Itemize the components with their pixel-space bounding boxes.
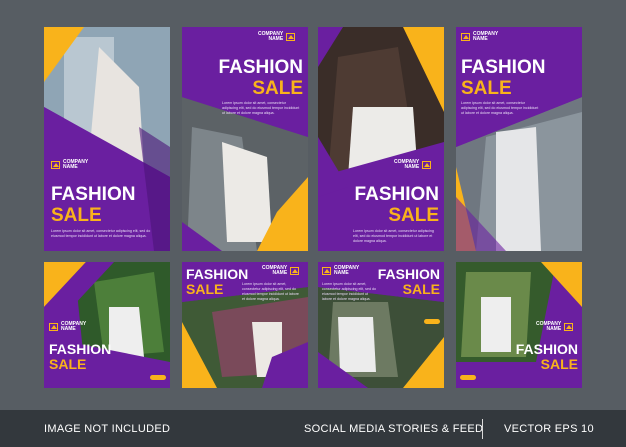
body-text: Lorem ipsum dolor sit amet, consectetur … xyxy=(461,101,539,115)
cta-button[interactable] xyxy=(424,319,440,324)
company-logo-icon xyxy=(286,33,296,42)
headline-fashion: FASHION xyxy=(354,184,439,205)
story-template-1[interactable]: COMPANY NAME FASHION SALE Lorem ipsum dol… xyxy=(44,27,170,251)
headline-fashion: FASHION xyxy=(51,184,136,205)
company-logo-icon xyxy=(49,323,58,332)
feed-template-1[interactable]: COMPANY NAME FASHION SALE xyxy=(44,262,170,388)
feed-template-3[interactable]: COMPANY NAME FASHION SALE Lorem ipsum dol… xyxy=(318,262,444,388)
company-logo: COMPANY NAME xyxy=(536,321,574,333)
company-logo: COMPANY NAME xyxy=(322,265,359,277)
story-template-4[interactable]: COMPANY NAME FASHION SALE Lorem ipsum dol… xyxy=(456,27,582,251)
company-logo-icon xyxy=(461,33,470,42)
company-logo: COMPANY NAME xyxy=(51,159,88,171)
company-name-label: NAME xyxy=(334,270,349,277)
footer-divider xyxy=(482,419,483,439)
company-logo: COMPANY NAME xyxy=(258,31,296,43)
company-name-label: NAME xyxy=(473,36,488,43)
headline-sale: SALE xyxy=(388,205,439,226)
body-text: Lorem ipsum dolor sit amet, consectetur … xyxy=(222,101,300,115)
feed-template-4[interactable]: COMPANY NAME FASHION SALE xyxy=(456,262,582,388)
cta-button[interactable] xyxy=(460,375,476,380)
company-name-label: NAME xyxy=(63,164,78,171)
body-text: Lorem ipsum dolor sit amet, consectetur … xyxy=(51,229,151,238)
story-template-3[interactable]: COMPANY NAME FASHION SALE Lorem ipsum dol… xyxy=(318,27,444,251)
company-name-label: NAME xyxy=(272,270,288,277)
company-logo: COMPANY NAME xyxy=(394,159,432,171)
feed-template-2[interactable]: FASHION SALE COMPANY NAME Lorem ipsum dol… xyxy=(182,262,308,388)
headline-sale: SALE xyxy=(461,78,512,99)
company-name-label: NAME xyxy=(404,164,420,171)
company-name-label: NAME xyxy=(546,326,562,333)
company-logo-icon xyxy=(564,323,574,332)
company-logo-icon xyxy=(290,267,300,276)
headline-fashion: FASHION xyxy=(515,341,578,357)
headline-sale: SALE xyxy=(402,281,440,297)
company-logo-icon xyxy=(51,161,60,170)
story-template-2[interactable]: COMPANY NAME FASHION SALE Lorem ipsum dol… xyxy=(182,27,308,251)
headline-sale: SALE xyxy=(51,205,102,226)
headline-fashion: FASHION xyxy=(49,341,112,357)
headline-sale: SALE xyxy=(49,356,87,372)
body-text: Lorem ipsum dolor sit amet, consectetur … xyxy=(242,282,299,301)
headline-fashion: FASHION xyxy=(218,57,303,78)
company-logo: COMPANY NAME xyxy=(461,31,498,43)
company-name-label: NAME xyxy=(268,36,284,43)
cta-button[interactable] xyxy=(150,375,166,380)
company-logo-icon xyxy=(322,267,331,276)
company-name-label: NAME xyxy=(61,326,76,333)
company-logo: COMPANY NAME xyxy=(262,265,300,277)
headline-fashion: FASHION xyxy=(461,57,546,78)
headline-sale: SALE xyxy=(186,281,224,297)
footer-product-type: SOCIAL MEDIA STORIES & FEED xyxy=(304,423,484,435)
company-logo: COMPANY NAME xyxy=(49,321,86,333)
headline-fashion: FASHION xyxy=(377,266,440,282)
headline-sale: SALE xyxy=(540,356,578,372)
company-logo-icon xyxy=(422,161,432,170)
headline-fashion: FASHION xyxy=(186,266,249,282)
footer-image-note: IMAGE NOT INCLUDED xyxy=(44,423,171,435)
body-text: Lorem ipsum dolor sit amet, consectetur … xyxy=(353,229,434,243)
body-text: Lorem ipsum dolor sit amet, consectetur … xyxy=(322,282,376,301)
headline-sale: SALE xyxy=(252,78,303,99)
footer-file-format: VECTOR EPS 10 xyxy=(504,423,594,435)
